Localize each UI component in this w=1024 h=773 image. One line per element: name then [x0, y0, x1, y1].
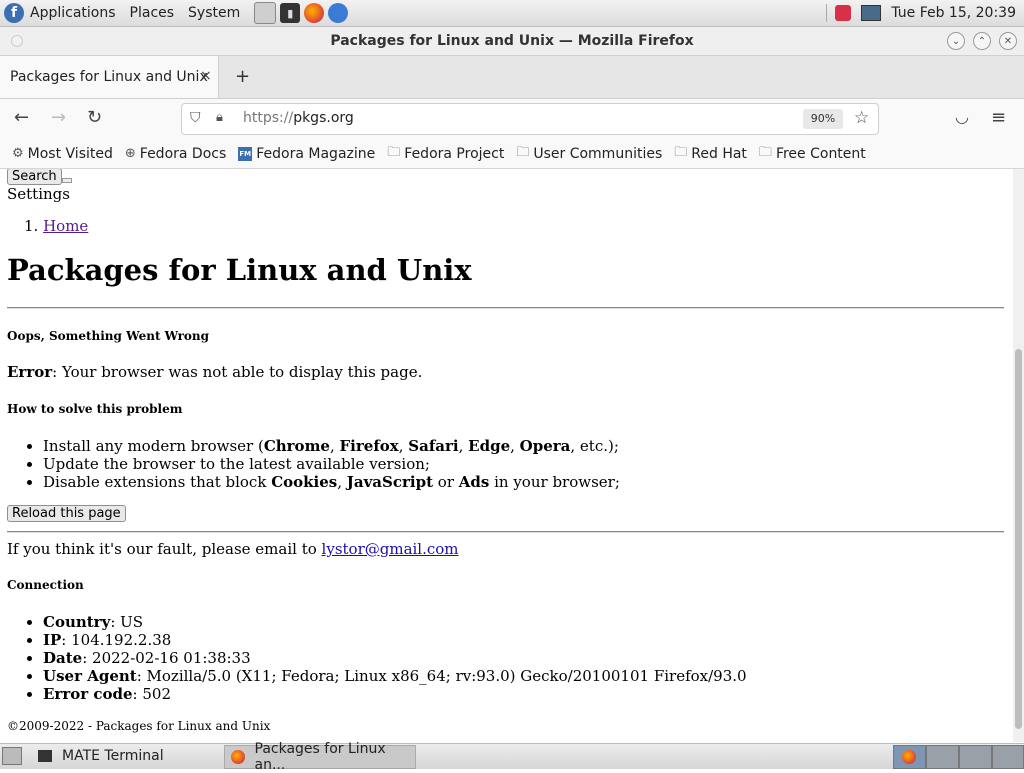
- bookmarks-toolbar: ⚙ Most Visited ⊕ Fedora Docs FM Fedora Maga…: [0, 139, 1024, 169]
- new-tab-button[interactable]: +: [235, 66, 250, 87]
- window-titlebar: Packages for Linux and Unix — Mozilla Fi…: [0, 27, 1024, 56]
- bookmark-free-content[interactable]: 🗀︎ Free Content: [759, 143, 866, 165]
- show-desktop-icon[interactable]: [2, 747, 22, 765]
- divider: [7, 307, 1004, 309]
- bookmark-fedora-project[interactable]: 🗀︎ Fedora Project: [387, 143, 504, 165]
- list-item: Install any modern browser (Chrome, Fire…: [43, 437, 620, 455]
- breadcrumb-home-link[interactable]: Home: [43, 217, 88, 235]
- taskbar-item-firefox[interactable]: Packages for Linux an...: [224, 741, 416, 773]
- workspace-3[interactable]: [959, 745, 992, 769]
- back-icon[interactable]: ←: [14, 107, 29, 128]
- workspace-1[interactable]: [893, 745, 926, 769]
- menu-places[interactable]: Places: [130, 5, 175, 21]
- bookmark-user-communities[interactable]: 🗀︎ User Communities: [516, 143, 662, 165]
- gear-icon: ⚙: [12, 146, 24, 161]
- settings-toggle[interactable]: [62, 178, 72, 183]
- network-icon[interactable]: [861, 5, 882, 21]
- solution-list: Install any modern browser (Chrome, Fire…: [7, 437, 620, 491]
- terminal-launcher-icon[interactable]: ▮: [280, 3, 301, 23]
- list-item: Error code: 502: [43, 685, 747, 703]
- footer: ©2009-2022 - Packages for Linux and Unix: [7, 719, 271, 733]
- package-updater-icon[interactable]: [835, 5, 852, 21]
- error-message: Error: Your browser was not able to disp…: [7, 363, 423, 381]
- connection-heading: Connection: [7, 578, 84, 592]
- terminal-icon: [38, 750, 52, 762]
- email-link[interactable]: lystor@gmail.com: [322, 540, 459, 558]
- fedora-magazine-icon: FM: [238, 146, 253, 161]
- workspace-4[interactable]: [992, 745, 1024, 769]
- list-item: IP: 104.192.2.38: [43, 631, 747, 649]
- minimize-icon[interactable]: ⌄: [947, 32, 965, 50]
- pocket-icon[interactable]: ◡: [955, 107, 969, 126]
- folder-icon: 🗀︎: [387, 144, 401, 160]
- bookmark-red-hat[interactable]: 🗀︎ Red Hat: [674, 143, 747, 165]
- folder-icon: 🗀︎: [516, 144, 530, 160]
- menu-applications[interactable]: Applications: [30, 5, 116, 21]
- panel-separator: [826, 4, 828, 22]
- list-item: Update the browser to the latest availab…: [43, 455, 620, 473]
- search-button[interactable]: Search: [7, 169, 62, 185]
- list-item: User Agent: Mozilla/5.0 (X11; Fedora; Li…: [43, 667, 747, 685]
- top-panel: f Applications Places System ▮ Tue Feb 1…: [0, 0, 1024, 27]
- scrollbar-thumb[interactable]: [1015, 349, 1022, 729]
- globe-icon: ⊕: [124, 146, 136, 161]
- list-item: Country: US: [43, 613, 747, 631]
- nav-bar: ← → ↻ ⛉ 🔒︎ https://pkgs.org 90% ☆ ◡ ≡: [0, 99, 1024, 139]
- forward-icon[interactable]: →: [51, 107, 66, 128]
- hamburger-menu-icon[interactable]: ≡: [991, 107, 1006, 128]
- solve-heading: How to solve this problem: [7, 402, 183, 416]
- bottom-taskbar: MATE Terminal Packages for Linux an...: [0, 741, 1024, 773]
- maximize-icon[interactable]: ⌃: [973, 32, 991, 50]
- bookmark-fedora-docs[interactable]: ⊕ Fedora Docs: [125, 146, 226, 162]
- settings-label[interactable]: Settings: [7, 185, 70, 203]
- url-text[interactable]: https://pkgs.org: [243, 110, 354, 126]
- zoom-level-badge[interactable]: 90%: [803, 109, 843, 129]
- close-window-icon[interactable]: ✕: [999, 32, 1017, 50]
- reload-page-button[interactable]: Reload this page: [7, 505, 126, 522]
- divider: [7, 531, 1004, 533]
- file-manager-launcher-icon[interactable]: [254, 2, 277, 24]
- breadcrumb: 1. Home: [24, 217, 89, 235]
- clock[interactable]: Tue Feb 15, 20:39: [891, 5, 1016, 21]
- firefox-launcher-icon[interactable]: [304, 3, 325, 23]
- firefox-icon: [231, 750, 245, 764]
- page-scrollbar[interactable]: [1013, 169, 1024, 742]
- folder-icon: 🗀︎: [758, 144, 772, 160]
- tab-label: Packages for Linux and Unix: [10, 69, 208, 85]
- url-bar[interactable]: ⛉ 🔒︎ https://pkgs.org 90% ☆: [181, 103, 879, 135]
- list-item: Date: 2022-02-16 01:38:33: [43, 649, 747, 667]
- page-title: Packages for Linux and Unix: [7, 253, 472, 287]
- connection-list: Country: US IP: 104.192.2.38 Date: 2022-…: [7, 613, 747, 703]
- bookmark-star-icon[interactable]: ☆: [854, 108, 869, 128]
- page-content: Search Settings 1. Home Packages for Lin…: [0, 169, 1013, 742]
- fault-text: If you think it's our fault, please emai…: [7, 540, 459, 558]
- bookmark-most-visited[interactable]: ⚙ Most Visited: [12, 146, 113, 162]
- window-title: Packages for Linux and Unix — Mozilla Fi…: [330, 33, 694, 49]
- tab-pkgs[interactable]: Packages for Linux and Unix ×: [0, 56, 219, 98]
- thunderbird-launcher-icon[interactable]: [328, 3, 349, 23]
- tab-close-icon[interactable]: ×: [200, 68, 212, 84]
- bookmark-fedora-magazine[interactable]: FM Fedora Magazine: [238, 146, 375, 162]
- oops-heading: Oops, Something Went Wrong: [7, 329, 210, 343]
- folder-icon: 🗀︎: [674, 144, 688, 160]
- list-item: Disable extensions that block Cookies, J…: [43, 473, 620, 491]
- workspace-2[interactable]: [926, 745, 959, 769]
- firefox-icon: [902, 750, 916, 764]
- menu-system[interactable]: System: [188, 5, 240, 21]
- tracking-shield-icon[interactable]: ⛉: [190, 110, 201, 126]
- reload-icon[interactable]: ↻: [87, 107, 102, 128]
- taskbar-item-terminal[interactable]: MATE Terminal: [30, 745, 222, 767]
- tab-strip: Packages for Linux and Unix × +: [0, 56, 1024, 99]
- lock-icon[interactable]: 🔒︎: [216, 110, 223, 125]
- fedora-logo-icon[interactable]: f: [4, 3, 24, 23]
